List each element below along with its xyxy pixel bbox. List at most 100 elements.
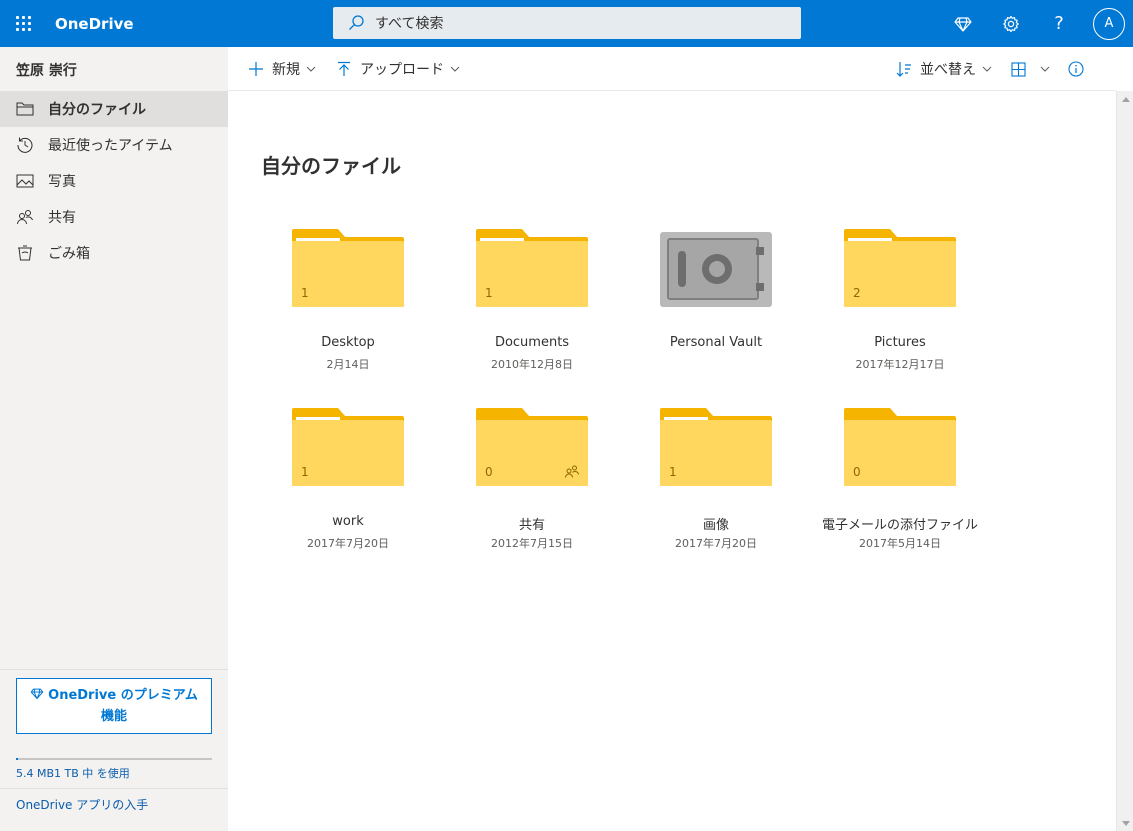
- sort-icon: [896, 61, 912, 77]
- page-title: 自分のファイル: [261, 154, 401, 178]
- sort-label: 並べ替え: [920, 62, 976, 78]
- vault-icon: [660, 229, 772, 309]
- tile-date: 2017年5月14日: [859, 537, 941, 550]
- view-switcher-button[interactable]: [1010, 47, 1050, 91]
- sidebar-item-label: 自分のファイル: [48, 102, 146, 118]
- item-count: 2: [853, 286, 861, 300]
- item-count: 0: [853, 465, 861, 479]
- tile-date: 2010年12月8日: [491, 358, 573, 371]
- folder-icon: 1: [292, 229, 404, 309]
- upload-button[interactable]: アップロード: [336, 47, 460, 91]
- info-icon: [1068, 61, 1084, 77]
- photo-icon: [16, 172, 34, 190]
- folder-tile-email-attachments[interactable]: 0 電子メールの添付ファイル 2017年5月14日: [812, 408, 988, 568]
- sidebar: 笠原 崇行 自分のファイル 最近使ったアイテム 写真 共有 ごみ箱 OneDri…: [0, 47, 228, 831]
- tile-date: 2017年7月20日: [675, 537, 757, 550]
- tile-date: 2月14日: [326, 358, 370, 371]
- command-bar: 新規 アップロード 並べ替え: [228, 47, 1116, 91]
- folder-tile-shared[interactable]: 0 共有 2012年7月15日: [444, 408, 620, 568]
- chevron-down-icon: [982, 66, 992, 72]
- vertical-scrollbar[interactable]: [1116, 91, 1133, 831]
- upload-label: アップロード: [360, 61, 444, 78]
- folder-icon: 1: [476, 229, 588, 309]
- chevron-down-icon: [306, 66, 316, 72]
- info-button[interactable]: [1068, 47, 1092, 91]
- search-placeholder: すべて検索: [375, 16, 444, 32]
- folder-icon: 2: [844, 229, 956, 309]
- scroll-up-arrow-icon[interactable]: [1117, 91, 1133, 107]
- premium-features-button[interactable]: OneDrive のプレミアム機能: [16, 678, 212, 734]
- upload-icon: [336, 61, 352, 77]
- premium-label: OneDrive のプレミアム機能: [48, 688, 198, 724]
- vault-tile-personal-vault[interactable]: Personal Vault: [628, 229, 804, 389]
- sidebar-item-my-files[interactable]: 自分のファイル: [0, 91, 228, 127]
- sidebar-item-label: 共有: [48, 210, 76, 226]
- scroll-down-arrow-icon[interactable]: [1117, 815, 1133, 831]
- tile-name[interactable]: Personal Vault: [628, 335, 804, 350]
- sidebar-item-recycle-bin[interactable]: ごみ箱: [0, 235, 228, 271]
- app-title[interactable]: OneDrive: [55, 15, 333, 33]
- plus-icon: [248, 61, 264, 77]
- item-count: 1: [669, 465, 677, 479]
- help-icon: ?: [1054, 13, 1064, 34]
- people-icon: [16, 208, 34, 226]
- folder-tile-images[interactable]: 1 画像 2017年7月20日: [628, 408, 804, 568]
- new-label: 新規: [272, 61, 300, 78]
- app-launcher-button[interactable]: [0, 0, 47, 47]
- diamond-icon: [954, 16, 972, 32]
- folder-icon: [16, 100, 34, 118]
- tile-date: 2012年7月15日: [491, 537, 573, 550]
- sidebar-item-label: ごみ箱: [48, 246, 90, 262]
- tile-name[interactable]: 電子メールの添付ファイル: [812, 514, 988, 533]
- storage-text[interactable]: 5.4 MB1 TB 中 を使用: [16, 765, 212, 781]
- sidebar-item-shared[interactable]: 共有: [0, 199, 228, 235]
- tile-name[interactable]: work: [260, 514, 436, 529]
- shared-folder-icon: 0: [476, 408, 588, 488]
- folder-tile-work[interactable]: 1 work 2017年7月20日: [260, 408, 436, 568]
- sidebar-item-label: 写真: [48, 174, 76, 190]
- avatar[interactable]: A: [1093, 7, 1125, 40]
- sidebar-footer: OneDrive のプレミアム機能 5.4 MB1 TB 中 を使用 OneDr…: [0, 669, 228, 812]
- item-count: 1: [485, 286, 493, 300]
- settings-button[interactable]: [987, 0, 1035, 47]
- folder-tile-documents[interactable]: 1 Documents 2010年12月8日: [444, 229, 620, 389]
- tile-name[interactable]: Pictures: [812, 335, 988, 350]
- storage-bar: [16, 758, 212, 760]
- folder-icon: 0: [844, 408, 956, 488]
- new-button[interactable]: 新規: [248, 47, 316, 91]
- tile-name[interactable]: 共有: [444, 514, 620, 533]
- sidebar-item-recent[interactable]: 最近使ったアイテム: [0, 127, 228, 163]
- folder-icon: 1: [660, 408, 772, 488]
- tile-name[interactable]: Desktop: [260, 335, 436, 350]
- item-count: 0: [485, 465, 493, 479]
- user-name: 笠原 崇行: [16, 63, 77, 79]
- main-content: 自分のファイル 1 Desktop 2月14日 1 Documents 2010…: [228, 91, 1116, 831]
- item-count: 1: [301, 286, 309, 300]
- tile-name[interactable]: 画像: [628, 514, 804, 533]
- chevron-down-icon: [450, 66, 460, 72]
- diamond-icon: [30, 688, 44, 700]
- trash-icon: [16, 244, 34, 262]
- history-icon: [16, 136, 34, 154]
- chevron-down-icon: [1040, 66, 1050, 72]
- folder-icon: 1: [292, 408, 404, 488]
- premium-button[interactable]: [939, 0, 987, 47]
- tile-name[interactable]: Documents: [444, 335, 620, 350]
- grid-view-icon: [1010, 61, 1026, 77]
- sidebar-item-label: 最近使ったアイテム: [48, 138, 173, 154]
- top-bar: OneDrive すべて検索 ? A: [0, 0, 1133, 47]
- tile-date: 2017年7月20日: [307, 537, 389, 550]
- tile-date: 2017年12月17日: [855, 358, 945, 371]
- get-app-link[interactable]: OneDrive アプリの入手: [0, 788, 228, 820]
- search-icon: [349, 15, 364, 30]
- sort-button[interactable]: 並べ替え: [896, 47, 992, 91]
- waffle-icon: [15, 15, 32, 32]
- search-box[interactable]: すべて検索: [333, 7, 801, 39]
- people-icon: [565, 465, 579, 478]
- item-count: 1: [301, 465, 309, 479]
- sidebar-item-photos[interactable]: 写真: [0, 163, 228, 199]
- help-button[interactable]: ?: [1035, 0, 1083, 47]
- gear-icon: [1003, 15, 1019, 32]
- folder-tile-pictures[interactable]: 2 Pictures 2017年12月17日: [812, 229, 988, 389]
- folder-tile-desktop[interactable]: 1 Desktop 2月14日: [260, 229, 436, 389]
